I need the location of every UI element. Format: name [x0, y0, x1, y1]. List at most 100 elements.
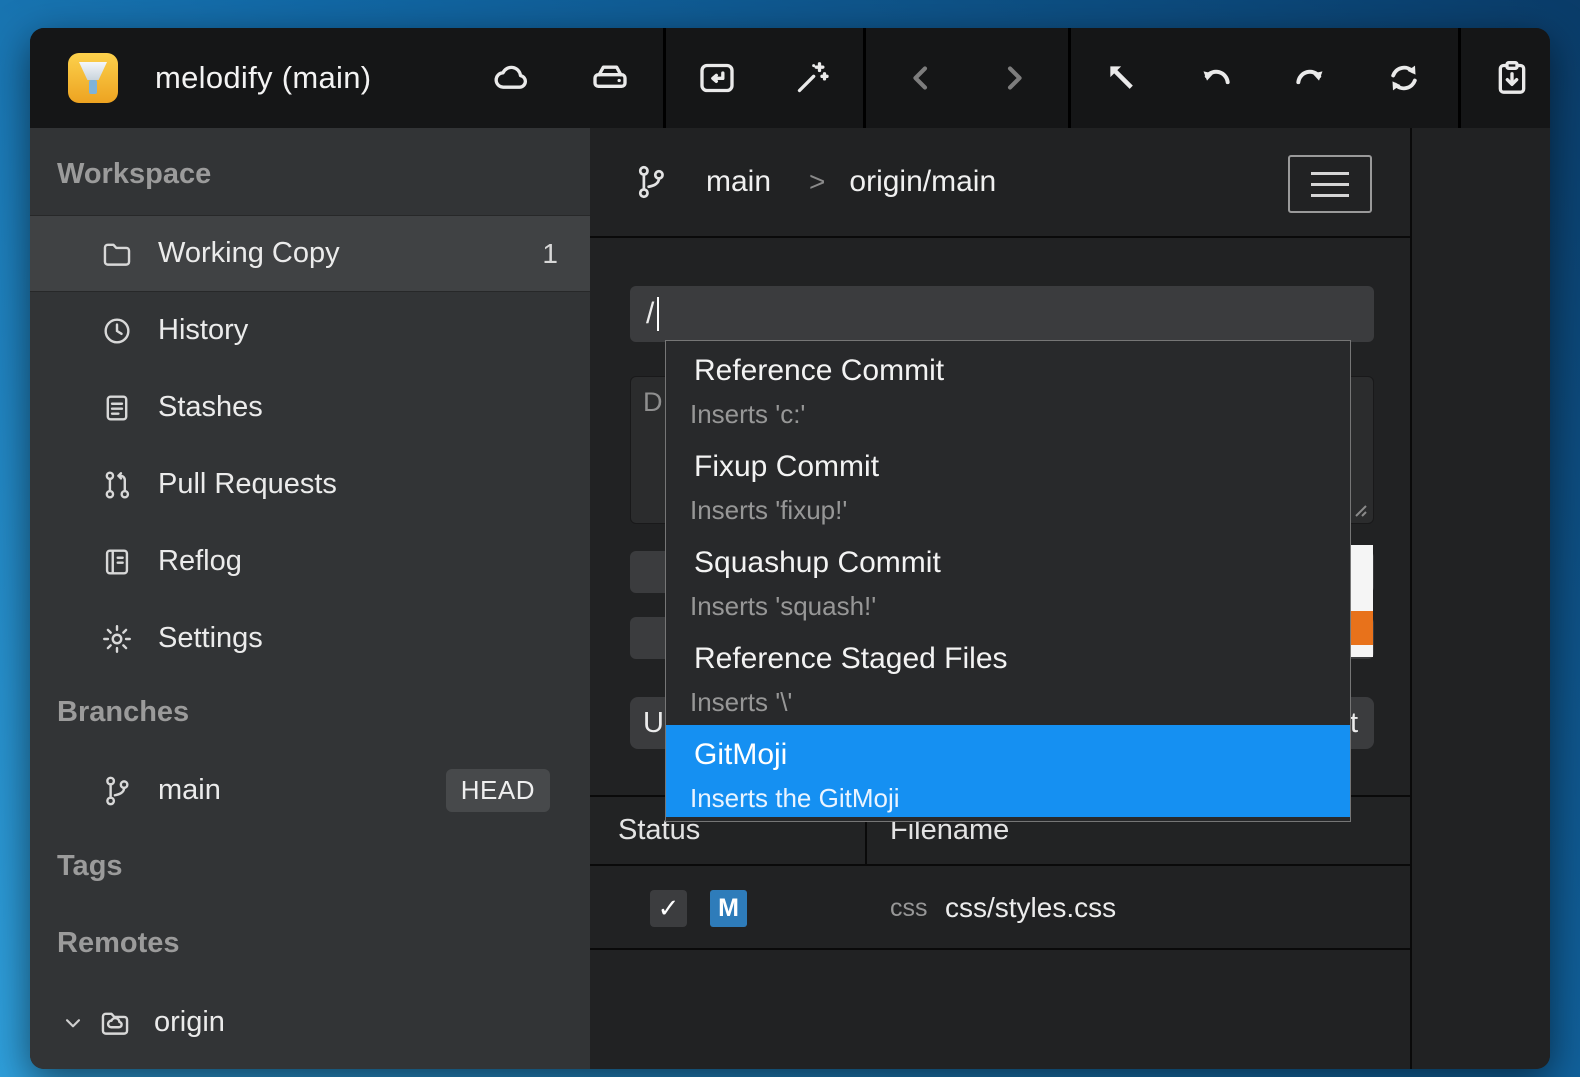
sidebar: Workspace Working Copy 1 History Stashes… [30, 128, 590, 1069]
sidebar-item-label: origin [154, 1006, 225, 1039]
stashes-icon [100, 391, 134, 425]
app-icon-stem [89, 80, 97, 94]
breadcrumb-upstream[interactable]: origin/main [849, 165, 996, 199]
autocomplete-item[interactable]: Fixup Commit Inserts 'fixup!' [666, 437, 1350, 533]
sidebar-item-label: Working Copy [158, 237, 340, 270]
filename-label: css/styles.css [945, 866, 1116, 950]
hamburger-icon [1311, 172, 1349, 175]
autocomplete-item-title: Fixup Commit [694, 444, 1350, 490]
panel-divider [1410, 128, 1412, 1069]
app-window: melodify (main) [30, 28, 1550, 1069]
drive-icon [590, 58, 630, 98]
autocomplete-item[interactable]: Squashup Commit Inserts 'squash!' [666, 533, 1350, 629]
autocomplete-item-title: Reference Commit [694, 348, 1350, 394]
branch-icon [632, 163, 670, 201]
undo-button[interactable] [1188, 50, 1244, 106]
resize-grip-icon[interactable] [1350, 500, 1368, 518]
autocomplete-dropdown: Reference Commit Inserts 'c:' Fixup Comm… [665, 340, 1351, 822]
window-title: melodify (main) [155, 28, 371, 128]
autocomplete-item-subtitle: Inserts '\' [690, 682, 1350, 722]
nav-forward-icon [995, 59, 1033, 97]
toolbar-divider [1458, 28, 1461, 128]
pull-request-icon [100, 468, 134, 502]
titlebar: melodify (main) [30, 28, 1550, 128]
toolbar-divider [1068, 28, 1071, 128]
sidebar-item-settings[interactable]: Settings [30, 600, 590, 677]
undo-icon [1196, 58, 1236, 98]
file-type-label: css [890, 866, 928, 950]
modified-status-badge: M [710, 890, 747, 927]
autocomplete-item[interactable]: Reference Staged Files Inserts '\' [666, 629, 1350, 725]
magic-wand-button[interactable] [784, 50, 840, 106]
autocomplete-item-title: Squashup Commit [694, 540, 1350, 586]
autocomplete-item-subtitle: Inserts 'fixup!' [690, 490, 1350, 530]
autocomplete-item-subtitle: Inserts the GitMoji [690, 778, 1350, 817]
terminal-button[interactable] [689, 50, 745, 106]
breadcrumb-branch[interactable]: main [706, 165, 771, 199]
reflog-icon [100, 545, 134, 579]
sidebar-item-remote-origin[interactable]: origin [30, 984, 590, 1061]
sidebar-item-branch-main[interactable]: main HEAD [30, 752, 590, 829]
autocomplete-item[interactable]: Reference Commit Inserts 'c:' [666, 341, 1350, 437]
file-table-row[interactable]: ✓ M css css/styles.css [590, 866, 1410, 950]
text-caret [657, 297, 659, 331]
autocomplete-item-subtitle: Inserts 'squash!' [690, 586, 1350, 626]
sidebar-item-stashes[interactable]: Stashes [30, 369, 590, 446]
cloud-button[interactable] [484, 50, 540, 106]
sidebar-item-reflog[interactable]: Reflog [30, 523, 590, 600]
sidebar-item-history[interactable]: History [30, 292, 590, 369]
sidebar-item-label: Stashes [158, 391, 263, 424]
nav-forward-button[interactable] [986, 50, 1042, 106]
working-copy-count-badge: 1 [542, 238, 558, 270]
autocomplete-item-subtitle: Inserts 'c:' [690, 394, 1350, 434]
sidebar-item-working-copy[interactable]: Working Copy 1 [30, 215, 590, 292]
chevron-down-icon[interactable] [60, 1010, 86, 1036]
sidebar-item-label: main [158, 774, 221, 807]
arrow-up-left-icon [1102, 58, 1142, 98]
nav-back-button[interactable] [893, 50, 949, 106]
gear-icon [100, 622, 134, 656]
redo-icon [1290, 58, 1330, 98]
history-icon [100, 314, 134, 348]
clipboard-icon [1492, 58, 1532, 98]
main-panel: main > origin/main / D U [590, 128, 1550, 1069]
hamburger-icon [1311, 183, 1349, 186]
drive-button[interactable] [582, 50, 638, 106]
sync-icon [1384, 58, 1424, 98]
commit-menu-button[interactable] [1288, 155, 1372, 213]
checkout-button[interactable] [1094, 50, 1150, 106]
cloud-icon [492, 58, 532, 98]
autocomplete-item-title: Reference Staged Files [694, 636, 1350, 682]
commit-summary-input[interactable]: / [630, 286, 1374, 342]
remote-folder-icon [98, 1006, 132, 1040]
desktop-background: melodify (main) [0, 0, 1580, 1077]
sidebar-section-remotes: Remotes [57, 927, 180, 960]
sidebar-item-pull-requests[interactable]: Pull Requests [30, 446, 590, 523]
redo-button[interactable] [1282, 50, 1338, 106]
head-badge: HEAD [446, 769, 550, 812]
nav-back-icon [902, 59, 940, 97]
autocomplete-item-selected[interactable]: GitMoji Inserts the GitMoji [666, 725, 1350, 817]
commit-description-placeholder: D [643, 387, 663, 417]
app-icon [68, 53, 118, 103]
breadcrumb-separator: > [809, 166, 825, 198]
app-icon-funnel [79, 62, 107, 80]
stage-checkbox[interactable]: ✓ [650, 890, 687, 927]
unstage-button-label: U [643, 707, 664, 740]
sync-button[interactable] [1376, 50, 1432, 106]
commit-button-label: t [1350, 707, 1358, 740]
branch-breadcrumb-bar: main > origin/main [590, 128, 1410, 238]
sidebar-section-tags: Tags [57, 850, 123, 883]
sidebar-item-label: History [158, 314, 248, 347]
toolbar-divider [863, 28, 866, 128]
sidebar-item-label: Reflog [158, 545, 242, 578]
magic-wand-icon [792, 58, 832, 98]
sidebar-item-label: Settings [158, 622, 263, 655]
folder-icon [100, 237, 134, 271]
branch-icon [100, 774, 134, 808]
terminal-icon [697, 58, 737, 98]
commit-summary-text: / [646, 297, 654, 331]
toolbar-divider [663, 28, 666, 128]
autocomplete-item-title: GitMoji [694, 732, 1350, 778]
stash-apply-button[interactable] [1484, 50, 1540, 106]
